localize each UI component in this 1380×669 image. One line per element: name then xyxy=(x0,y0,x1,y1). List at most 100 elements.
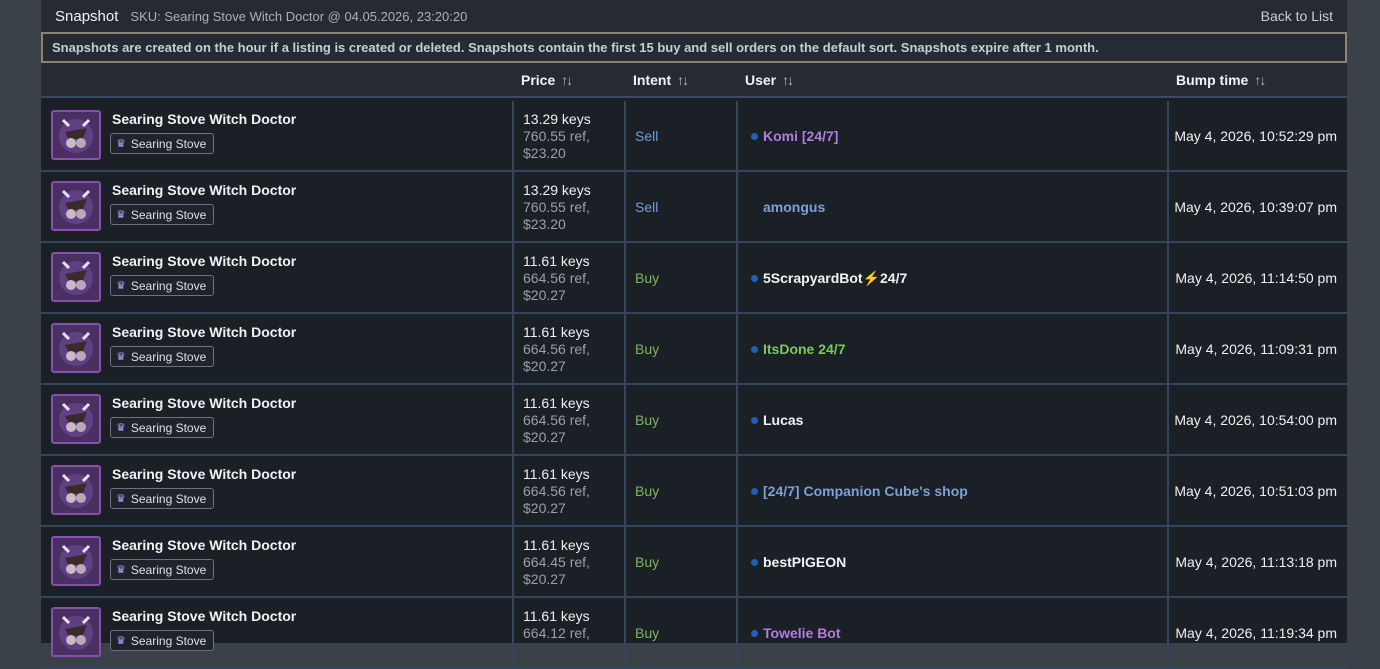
price-usd: $20.27 xyxy=(523,429,566,445)
item-name[interactable]: Searing Stove Witch Doctor xyxy=(112,324,296,340)
effect-badge[interactable]: ♛ Searing Stove xyxy=(110,133,215,154)
intent-label: Sell xyxy=(635,128,659,144)
effect-badge[interactable]: ♛ Searing Stove xyxy=(110,204,215,225)
table-row[interactable]: Searing Stove Witch Doctor ♛ Searing Stove… xyxy=(41,314,1347,385)
price-cell: 11.61 keys 664.56 ref, $20.27 xyxy=(523,466,590,517)
sort-arrows-icon[interactable]: ↑↓ xyxy=(561,72,573,88)
item-name[interactable]: Searing Stove Witch Doctor xyxy=(112,253,296,269)
effect-label: Searing Stove xyxy=(130,562,207,577)
price-usd: $23.20 xyxy=(523,216,566,232)
item-icon[interactable] xyxy=(51,110,101,160)
effect-badge[interactable]: ♛ Searing Stove xyxy=(110,488,215,509)
effect-badge[interactable]: ♛ Searing Stove xyxy=(110,417,215,438)
column-divider xyxy=(1167,385,1169,454)
user-link[interactable]: Komi [24/7] xyxy=(751,128,838,144)
bump-time: May 4, 2026, 11:13:18 pm xyxy=(1175,554,1337,570)
item-icon[interactable] xyxy=(51,536,101,586)
user-name[interactable]: [24/7] Companion Cube's shop xyxy=(763,483,968,499)
price-cell: 11.61 keys 664.45 ref, $20.27 xyxy=(523,537,590,588)
column-divider xyxy=(624,527,626,596)
column-divider xyxy=(512,243,514,312)
table-row[interactable]: Searing Stove Witch Doctor ♛ Searing Stove… xyxy=(41,598,1347,669)
bump-time: May 4, 2026, 11:09:31 pm xyxy=(1175,341,1337,357)
column-divider xyxy=(624,243,626,312)
user-name[interactable]: ItsDone 24/7 xyxy=(763,341,845,357)
sort-arrows-icon[interactable]: ↑↓ xyxy=(782,72,794,88)
user-name[interactable]: Komi [24/7] xyxy=(763,128,838,144)
table-row[interactable]: Searing Stove Witch Doctor ♛ Searing Stove… xyxy=(41,385,1347,456)
bump-time: May 4, 2026, 10:54:00 pm xyxy=(1174,412,1337,428)
column-price[interactable]: Price ↑↓ xyxy=(521,63,573,96)
item-name[interactable]: Searing Stove Witch Doctor xyxy=(112,608,296,624)
user-link[interactable]: 5ScrapyardBot⚡24/7 xyxy=(751,270,907,287)
price-ref: 664.56 ref, xyxy=(523,483,590,499)
intent-label: Buy xyxy=(635,270,660,286)
column-divider xyxy=(1167,527,1169,596)
user-name[interactable]: Towelie Bot xyxy=(763,625,841,641)
user-name[interactable]: amongus xyxy=(763,199,825,215)
column-divider xyxy=(512,314,514,383)
sort-arrows-icon[interactable]: ↑↓ xyxy=(677,72,689,88)
back-to-list-link[interactable]: Back to List xyxy=(1261,8,1333,24)
table-row[interactable]: Searing Stove Witch Doctor ♛ Searing Stove… xyxy=(41,527,1347,598)
intent-label: Buy xyxy=(635,483,660,499)
item-icon[interactable] xyxy=(51,607,101,657)
column-bump-time[interactable]: Bump time ↑↓ xyxy=(1176,63,1266,96)
effect-icon: ♛ xyxy=(116,351,126,363)
item-icon[interactable] xyxy=(51,252,101,302)
user-link[interactable]: Lucas xyxy=(751,412,803,428)
column-divider xyxy=(736,172,738,241)
item-name[interactable]: Searing Stove Witch Doctor xyxy=(112,537,296,553)
column-divider xyxy=(736,598,738,667)
bump-time: May 4, 2026, 11:14:50 pm xyxy=(1175,270,1337,286)
price-usd: $20.27 xyxy=(523,358,566,374)
price-ref: 760.55 ref, xyxy=(523,199,590,215)
sort-arrows-icon[interactable]: ↑↓ xyxy=(1254,72,1266,88)
item-name[interactable]: Searing Stove Witch Doctor xyxy=(112,111,296,127)
effect-badge[interactable]: ♛ Searing Stove xyxy=(110,559,215,580)
user-link[interactable]: bestPIGEON xyxy=(751,554,846,570)
user-link[interactable]: ItsDone 24/7 xyxy=(751,341,845,357)
snapshot-notice: Snapshots are created on the hour if a l… xyxy=(41,32,1347,63)
column-divider xyxy=(736,243,738,312)
user-name[interactable]: bestPIGEON xyxy=(763,554,846,570)
item-name[interactable]: Searing Stove Witch Doctor xyxy=(112,466,296,482)
effect-label: Searing Stove xyxy=(130,136,207,151)
column-divider xyxy=(1167,243,1169,312)
column-divider xyxy=(624,385,626,454)
effect-label: Searing Stove xyxy=(130,491,207,506)
item-icon[interactable] xyxy=(51,465,101,515)
bump-time: May 4, 2026, 11:19:34 pm xyxy=(1175,625,1337,641)
snapshot-header: Snapshot SKU: Searing Stove Witch Doctor… xyxy=(41,0,1347,32)
user-name[interactable]: 5ScrapyardBot⚡24/7 xyxy=(763,270,907,287)
user-link[interactable]: amongus xyxy=(751,199,825,215)
column-divider xyxy=(512,527,514,596)
effect-icon: ♛ xyxy=(116,280,126,292)
online-status-dot xyxy=(751,275,758,282)
user-link[interactable]: [24/7] Companion Cube's shop xyxy=(751,483,968,499)
user-name[interactable]: Lucas xyxy=(763,412,803,428)
effect-icon: ♛ xyxy=(116,564,126,576)
item-name[interactable]: Searing Stove Witch Doctor xyxy=(112,395,296,411)
column-user[interactable]: User ↑↓ xyxy=(745,63,794,96)
table-row[interactable]: Searing Stove Witch Doctor ♛ Searing Stove… xyxy=(41,172,1347,243)
effect-badge[interactable]: ♛ Searing Stove xyxy=(110,275,215,296)
effect-badge[interactable]: ♛ Searing Stove xyxy=(110,346,215,367)
effect-badge[interactable]: ♛ Searing Stove xyxy=(110,630,215,651)
effect-label: Searing Stove xyxy=(130,349,207,364)
item-icon[interactable] xyxy=(51,181,101,231)
effect-label: Searing Stove xyxy=(130,278,207,293)
column-divider xyxy=(624,598,626,667)
table-row[interactable]: Searing Stove Witch Doctor ♛ Searing Stove… xyxy=(41,243,1347,314)
user-link[interactable]: Towelie Bot xyxy=(751,625,841,641)
column-intent[interactable]: Intent ↑↓ xyxy=(633,63,689,96)
column-divider xyxy=(1167,101,1169,170)
online-status-dot xyxy=(751,416,758,424)
item-name[interactable]: Searing Stove Witch Doctor xyxy=(112,182,296,198)
table-row[interactable]: Searing Stove Witch Doctor ♛ Searing Stove… xyxy=(41,101,1347,172)
item-icon[interactable] xyxy=(51,323,101,373)
table-row[interactable]: Searing Stove Witch Doctor ♛ Searing Stove… xyxy=(41,456,1347,527)
effect-label: Searing Stove xyxy=(130,207,207,222)
item-icon[interactable] xyxy=(51,394,101,444)
price-cell: 11.61 keys 664.56 ref, $20.27 xyxy=(523,253,590,304)
